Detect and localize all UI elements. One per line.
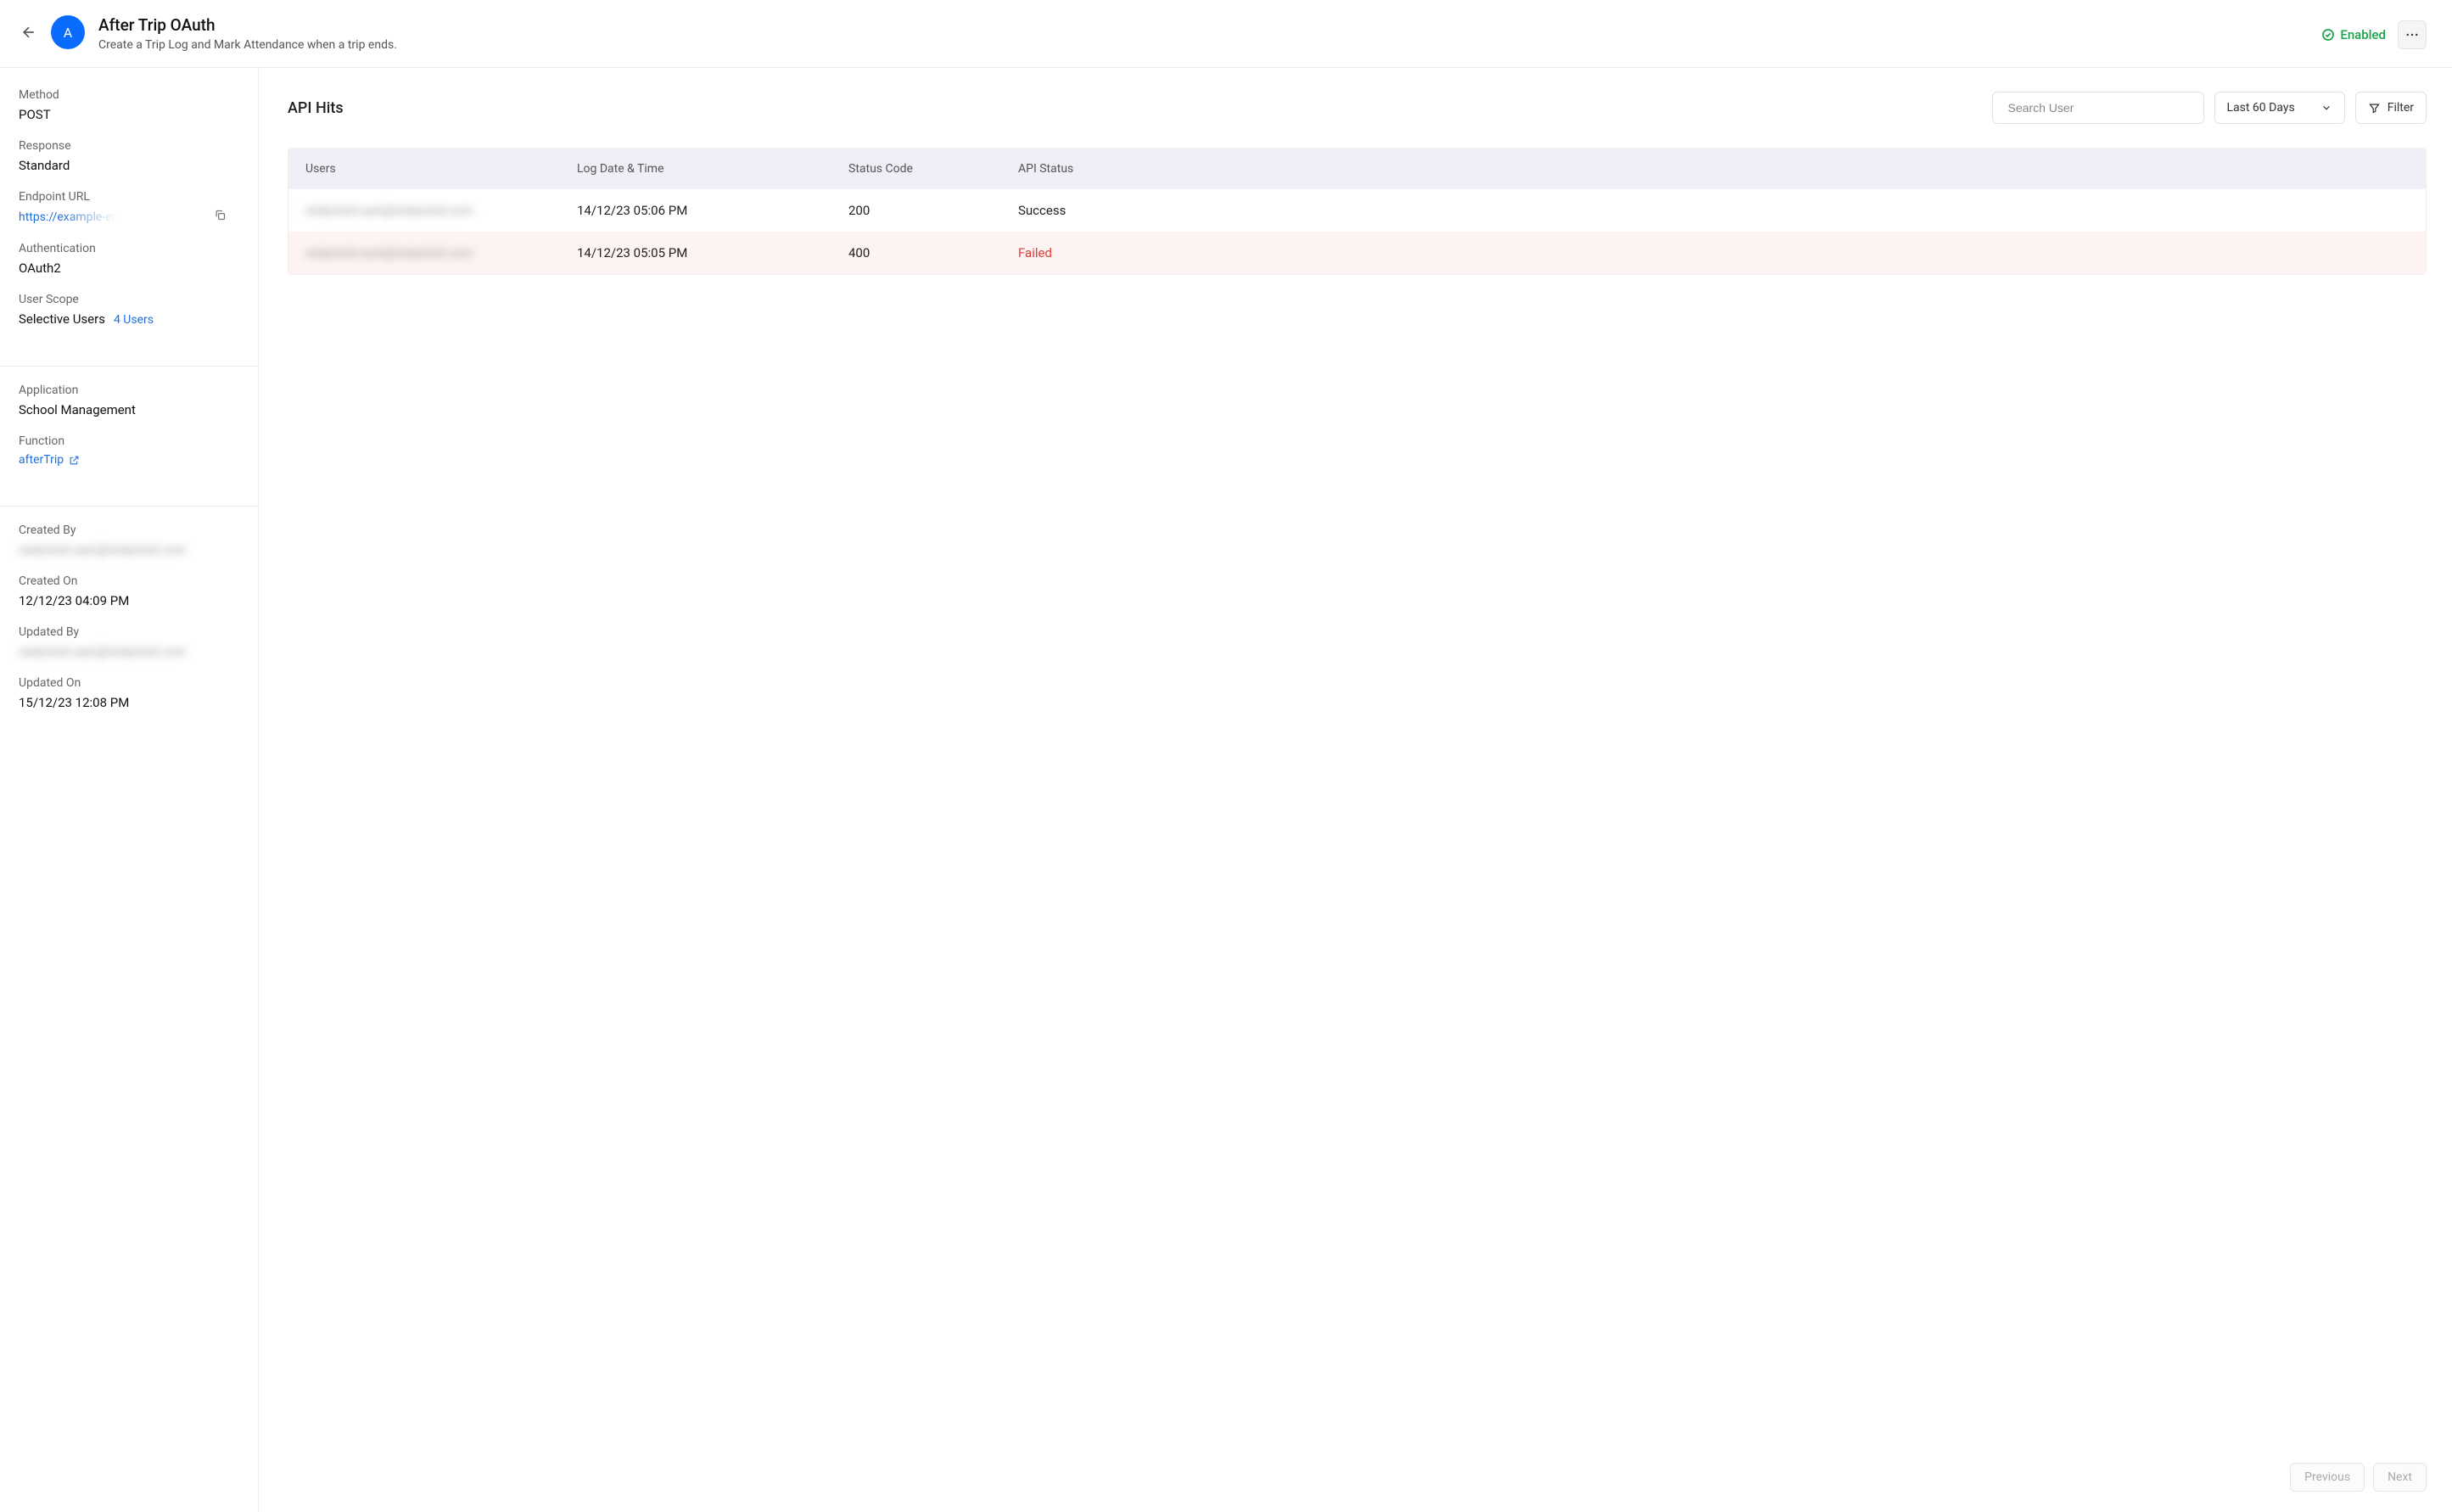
field-value: Standard	[19, 158, 239, 173]
main-title: API Hits	[288, 99, 344, 117]
page-body: Method POST Response Standard Endpoint U…	[0, 68, 2452, 1512]
column-header-log-date: Log Date & Time	[577, 162, 848, 176]
field-endpoint: Endpoint URL https://example-endpoint-ur…	[19, 190, 239, 225]
field-created-by: Created By redacted-user@redacted.com	[19, 524, 239, 557]
field-label: Created By	[19, 524, 239, 537]
avatar-letter: A	[64, 25, 72, 41]
field-label: Updated By	[19, 625, 239, 639]
page-header: A After Trip OAuth Create a Trip Log and…	[0, 0, 2452, 68]
more-actions-button[interactable]	[2398, 20, 2427, 49]
field-value: School Management	[19, 402, 239, 417]
field-auth: Authentication OAuth2	[19, 242, 239, 276]
status-badge: Enabled	[2321, 27, 2386, 42]
page-title: After Trip OAuth	[98, 15, 2321, 35]
cell-api-status: Success	[1018, 203, 2409, 218]
field-label: Endpoint URL	[19, 190, 239, 204]
search-user-input[interactable]	[1992, 92, 2204, 124]
cell-status-code: 400	[848, 245, 1018, 260]
filter-button[interactable]: Filter	[2355, 92, 2427, 124]
field-value: 15/12/23 12:08 PM	[19, 695, 239, 710]
field-value: POST	[19, 107, 239, 122]
back-button[interactable]	[20, 24, 37, 41]
table-header: Users Log Date & Time Status Code API St…	[288, 148, 2426, 189]
divider	[0, 366, 258, 367]
cell-user: redacted-user@redacted.com	[305, 245, 577, 260]
field-function: Function afterTrip	[19, 434, 239, 467]
avatar: A	[51, 15, 85, 49]
field-created-on: Created On 12/12/23 04:09 PM	[19, 574, 239, 608]
users-count-link[interactable]: 4 Users	[114, 313, 154, 327]
copy-icon	[214, 209, 227, 221]
field-value: redacted-user@redacted.com	[19, 644, 239, 659]
divider	[0, 506, 258, 507]
field-label: Updated On	[19, 676, 239, 690]
field-label: Created On	[19, 574, 239, 588]
cell-status-code: 200	[848, 203, 1018, 218]
table-row[interactable]: redacted-user@redacted.com14/12/23 05:05…	[288, 232, 2426, 274]
filter-icon	[2368, 102, 2381, 115]
page-subtitle: Create a Trip Log and Mark Attendance wh…	[98, 38, 2321, 52]
cell-api-status: Failed	[1018, 245, 2409, 260]
field-value: OAuth2	[19, 260, 239, 276]
chevron-down-icon	[2320, 102, 2332, 114]
field-application: Application School Management	[19, 384, 239, 417]
table-row[interactable]: redacted-user@redacted.com14/12/23 05:06…	[288, 189, 2426, 232]
dots-horizontal-icon	[2404, 27, 2420, 42]
field-updated-on: Updated On 15/12/23 12:08 PM	[19, 676, 239, 710]
api-hits-table: Users Log Date & Time Status Code API St…	[288, 148, 2427, 275]
field-label: User Scope	[19, 293, 239, 306]
field-value: Selective Users	[19, 311, 105, 327]
endpoint-url-link[interactable]: https://example-endpoint-url-placeholder	[19, 210, 205, 224]
cell-log-date: 14/12/23 05:06 PM	[577, 203, 848, 218]
field-label: Function	[19, 434, 239, 448]
next-button[interactable]: Next	[2373, 1463, 2427, 1492]
previous-button[interactable]: Previous	[2290, 1463, 2365, 1492]
header-actions: Enabled	[2321, 20, 2427, 49]
column-header-api-status: API Status	[1018, 162, 2409, 176]
field-label: Response	[19, 139, 239, 153]
external-link-icon	[69, 455, 80, 466]
column-header-status-code: Status Code	[848, 162, 1018, 176]
date-range-label: Last 60 Days	[2227, 101, 2295, 115]
filter-label: Filter	[2388, 101, 2414, 115]
sidebar: Method POST Response Standard Endpoint U…	[0, 68, 259, 1512]
title-block: After Trip OAuth Create a Trip Log and M…	[98, 15, 2321, 52]
copy-url-button[interactable]	[214, 209, 227, 225]
pager: Previous Next	[2290, 1463, 2427, 1492]
cell-log-date: 14/12/23 05:05 PM	[577, 245, 848, 260]
field-label: Method	[19, 88, 239, 102]
field-value: 12/12/23 04:09 PM	[19, 593, 239, 608]
cell-user: redacted-user@redacted.com	[305, 203, 577, 218]
column-header-users: Users	[305, 162, 577, 176]
field-value: redacted-user@redacted.com	[19, 542, 239, 557]
function-link[interactable]: afterTrip	[19, 453, 80, 467]
date-range-select[interactable]: Last 60 Days	[2214, 92, 2345, 124]
field-label: Application	[19, 384, 239, 397]
main-content: API Hits Last 60 Days Filter Users Log D…	[259, 68, 2452, 1512]
field-method: Method POST	[19, 88, 239, 122]
check-circle-icon	[2321, 28, 2335, 42]
field-response: Response Standard	[19, 139, 239, 173]
field-scope: User Scope Selective Users 4 Users	[19, 293, 239, 327]
arrow-left-icon	[20, 24, 37, 41]
field-updated-by: Updated By redacted-user@redacted.com	[19, 625, 239, 659]
field-label: Authentication	[19, 242, 239, 255]
status-label: Enabled	[2340, 27, 2386, 42]
